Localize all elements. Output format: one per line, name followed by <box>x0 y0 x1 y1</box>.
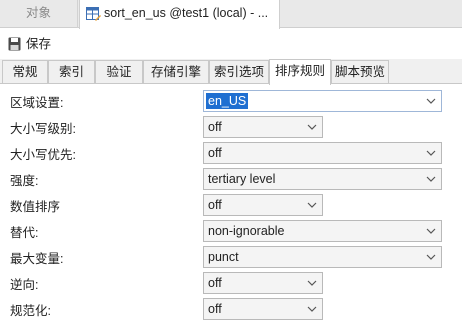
numeric-ordering-label: 数值排序 <box>10 200 61 214</box>
chevron-down-icon <box>426 98 436 104</box>
locale-label: 区域设置: <box>10 96 64 110</box>
tab-objects[interactable]: 对象 <box>0 0 78 28</box>
case-first-label: 大小写优先: <box>10 148 76 162</box>
chevron-down-icon <box>307 306 317 312</box>
case-first-select[interactable]: off <box>203 142 442 164</box>
tab-general[interactable]: 常规 <box>2 60 48 83</box>
max-variable-select[interactable]: punct <box>203 246 442 268</box>
tab-script-preview[interactable]: 脚本预览 <box>331 60 389 83</box>
backwards-label: 逆向: <box>10 278 39 292</box>
tab-title: sort_en_us @test1 (local) - ... <box>104 6 269 20</box>
normalization-row: 规范化: off <box>0 296 462 322</box>
document-tab-strip: 对象 sort_en_us @test1 (local) - ... <box>0 0 462 29</box>
locale-select[interactable]: en_US <box>203 90 442 112</box>
numeric-ordering-row: 数值排序 off <box>0 192 462 218</box>
locale-value: en_US <box>206 93 249 109</box>
chevron-down-icon <box>426 176 436 182</box>
max-variable-value: punct <box>208 250 239 264</box>
tab-validation[interactable]: 验证 <box>95 60 143 83</box>
strength-label: 强度: <box>10 174 39 188</box>
normalization-label: 规范化: <box>10 304 51 318</box>
tab-collection-design[interactable]: sort_en_us @test1 (local) - ... <box>79 0 280 29</box>
floppy-disk-icon <box>8 37 21 51</box>
toolbar: 保存 <box>0 29 462 59</box>
chevron-down-icon <box>307 124 317 130</box>
chevron-down-icon <box>307 202 317 208</box>
numeric-ordering-value: off <box>208 198 222 212</box>
case-level-row: 大小写级别: off <box>0 114 462 140</box>
locale-row: 区域设置: en_US <box>0 88 462 114</box>
normalization-value: off <box>208 302 222 316</box>
tab-collation[interactable]: 排序规则 <box>269 59 331 85</box>
strength-value: tertiary level <box>208 172 276 186</box>
alternate-select[interactable]: non-ignorable <box>203 220 442 242</box>
chevron-down-icon <box>426 150 436 156</box>
alternate-label: 替代: <box>10 226 39 240</box>
design-tabs: 常规 索引 验证 存储引擎 索引选项 排序规则 脚本预览 <box>0 59 462 85</box>
collation-form: 区域设置: en_US 大小写级别: off 大小写优先: off 强度: te… <box>0 85 462 332</box>
case-level-value: off <box>208 120 222 134</box>
max-variable-label: 最大变量: <box>10 252 64 266</box>
chevron-down-icon <box>307 280 317 286</box>
tab-storage-engine[interactable]: 存储引擎 <box>143 60 209 83</box>
tab-index-options[interactable]: 索引选项 <box>209 60 269 83</box>
case-level-select[interactable]: off <box>203 116 323 138</box>
case-first-value: off <box>208 146 222 160</box>
numeric-ordering-select[interactable]: off <box>203 194 323 216</box>
save-label: 保存 <box>26 37 52 51</box>
normalization-select[interactable]: off <box>203 298 323 320</box>
case-first-row: 大小写优先: off <box>0 140 462 166</box>
strength-select[interactable]: tertiary level <box>203 168 442 190</box>
case-level-label: 大小写级别: <box>10 122 76 136</box>
backwards-select[interactable]: off <box>203 272 323 294</box>
alternate-row: 替代: non-ignorable <box>0 218 462 244</box>
strength-row: 强度: tertiary level <box>0 166 462 192</box>
backwards-value: off <box>208 276 222 290</box>
chevron-down-icon <box>426 228 436 234</box>
tab-indexes[interactable]: 索引 <box>48 60 95 83</box>
alternate-value: non-ignorable <box>208 224 285 238</box>
chevron-down-icon <box>426 254 436 260</box>
backwards-row: 逆向: off <box>0 270 462 296</box>
max-variable-row: 最大变量: punct <box>0 244 462 270</box>
save-button[interactable]: 保存 <box>6 35 51 53</box>
table-edit-icon <box>86 7 101 21</box>
